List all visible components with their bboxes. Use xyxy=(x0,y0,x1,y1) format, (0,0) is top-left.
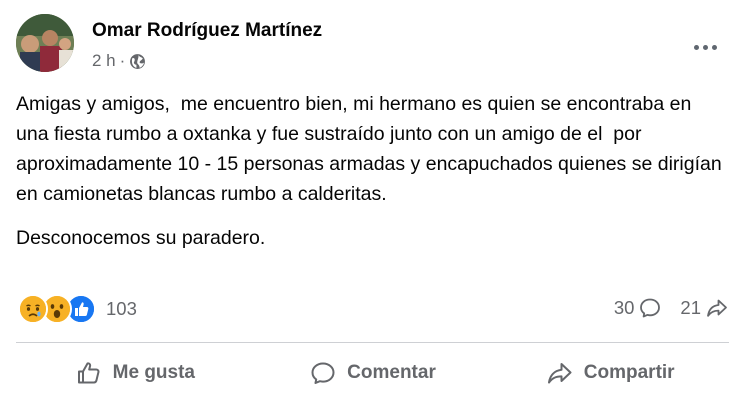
comments-count-link[interactable]: 30 xyxy=(614,296,663,320)
globe-icon[interactable] xyxy=(129,53,146,70)
like-label: Me gusta xyxy=(112,362,196,383)
share-label: Compartir xyxy=(583,362,675,383)
reactions-summary[interactable]: 103 xyxy=(18,294,137,324)
comment-button[interactable]: Comentar xyxy=(254,350,492,396)
engagement-counts: 30 21 xyxy=(614,296,729,320)
comment-label: Comentar xyxy=(347,362,436,383)
post-meta: 2 h · xyxy=(92,51,146,71)
share-button[interactable]: Compartir xyxy=(491,350,729,396)
comment-count: 30 xyxy=(613,297,635,318)
action-bar: Me gusta Comentar Compartir xyxy=(16,350,729,396)
thumbs-up-icon xyxy=(77,362,100,384)
more-options-icon[interactable] xyxy=(685,32,725,62)
post-header: Omar Rodríguez Martínez 2 h · xyxy=(16,12,729,76)
post-paragraph: Amigas y amigos, me encuentro bien, mi h… xyxy=(16,93,728,205)
meta-separator: · xyxy=(119,51,126,70)
sad-reaction-icon xyxy=(18,294,48,324)
avatar[interactable] xyxy=(16,14,74,72)
comment-icon xyxy=(311,362,335,384)
post-paragraph: Desconocemos su paradero. xyxy=(16,227,266,249)
author-name[interactable]: Omar Rodríguez Martínez xyxy=(92,20,322,42)
share-icon xyxy=(547,363,572,384)
share-icon xyxy=(707,299,727,317)
post-body: Amigas y amigos, me encuentro bien, mi h… xyxy=(16,89,726,253)
divider xyxy=(16,342,729,343)
post-stats: 103 30 21 xyxy=(16,292,729,328)
reaction-count[interactable]: 103 xyxy=(106,298,137,320)
share-count: 21 xyxy=(680,297,701,318)
like-button[interactable]: Me gusta xyxy=(16,350,254,396)
dot xyxy=(711,44,717,50)
comment-icon xyxy=(640,298,661,318)
post-time[interactable]: 2 h xyxy=(92,51,116,71)
shares-count-link[interactable]: 21 xyxy=(680,296,729,320)
dot xyxy=(702,44,708,50)
dot xyxy=(693,44,699,50)
